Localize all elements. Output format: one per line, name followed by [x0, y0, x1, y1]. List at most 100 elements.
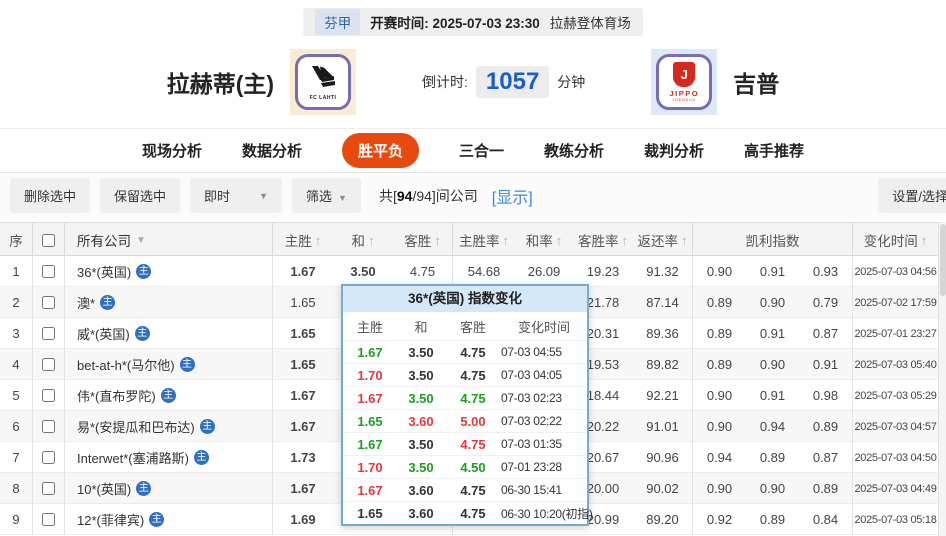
company-cell[interactable]: Interwet*(塞浦路斯) 主 [65, 442, 273, 473]
kelly-home-value: 0.92 [706, 512, 733, 527]
change-time-value: 2025-07-03 04:49 [854, 482, 937, 495]
company-name[interactable]: bet-at-h*(马尔他) [77, 355, 175, 374]
popup-change-time: 07-03 02:22 [501, 414, 562, 428]
popup-away-odds: 5.00 [460, 413, 486, 429]
kelly-away-value: 0.87 [799, 318, 853, 349]
change-time-value: 2025-07-03 05:18 [854, 513, 937, 526]
home-odds-value[interactable]: 1.67 [273, 256, 333, 287]
show-link[interactable]: [显示] [492, 184, 533, 208]
row-checkbox[interactable] [42, 296, 55, 309]
home-odds-value[interactable]: 1.65 [273, 349, 333, 380]
company-cell[interactable]: 伟*(直布罗陀) 主 [65, 380, 273, 411]
tab-2[interactable]: 胜平负 [341, 133, 419, 168]
tab-4[interactable]: 教练分析 [544, 140, 604, 161]
home-odds-value[interactable]: 1.67 [273, 411, 333, 442]
match-header: 拉赫蒂(主) FC LAHTI 倒计时: 1057 分钟 J JIPPO JOE… [0, 36, 946, 128]
popup-header-time: 变化时间 [517, 319, 570, 335]
toolbar: 删除选中 保留选中 即时 ▼ 筛选 ▼ 共[94/94]间公司 [显示] 设置/选择 [0, 172, 946, 218]
company-cell[interactable]: bet-at-h*(马尔他) 主 [65, 349, 273, 380]
header-return-rate[interactable]: 返还率 ↑ [633, 223, 693, 257]
home-odds-value[interactable]: 1.67 [273, 380, 333, 411]
delete-selected-button[interactable]: 删除选中 [10, 178, 91, 213]
row-checkbox[interactable] [42, 420, 55, 433]
draw-odds-value[interactable]: 3.50 [333, 256, 393, 287]
popup-row: 1.65 3.60 4.75 06-30 10:20(初指) [343, 501, 593, 524]
tab-3[interactable]: 三合一 [459, 140, 504, 161]
kelly-away-value: 0.89 [799, 473, 853, 504]
filter-dropdown[interactable]: 筛选 ▼ [292, 178, 361, 213]
popup-row: 1.67 3.50 4.75 07-03 04:55 [343, 340, 587, 363]
sort-asc-icon: ↑ [314, 232, 322, 248]
header-away-rate[interactable]: 客胜率 ↑ [573, 223, 633, 257]
header-draw-odds[interactable]: 和 ↑ [333, 223, 393, 257]
away-odds-value[interactable]: 4.75 [393, 256, 453, 287]
home-odds-value[interactable]: 1.65 [273, 318, 333, 349]
row-seq: 4 [0, 349, 33, 380]
tab-6[interactable]: 高手推荐 [744, 140, 804, 161]
return-rate-value: 90.96 [633, 442, 693, 473]
home-odds-value[interactable]: 1.73 [273, 442, 333, 473]
company-cell[interactable]: 12*(菲律宾) 主 [65, 504, 273, 535]
home-badge-icon: 主 [179, 357, 195, 372]
popup-change-time: 06-30 10:20(初指) [501, 506, 593, 521]
header-away-odds[interactable]: 客胜 ↑ [393, 223, 453, 257]
home-badge-icon: 主 [136, 264, 152, 279]
company-name[interactable]: 36*(英国) [77, 262, 131, 281]
table-header: 序 所有公司 ▼ 主胜 ↑ 和 ↑ 客胜 ↑ 主胜率 ↑ 和率 ↑ 客胜率 ↑ 返还率 ↑ 凯利… [0, 222, 938, 257]
tab-5[interactable]: 裁判分析 [644, 140, 704, 161]
row-checkbox[interactable] [42, 389, 55, 402]
header-home-rate[interactable]: 主胜率 ↑ [453, 223, 515, 257]
kelly-draw-value: 0.94 [759, 419, 786, 434]
popup-change-time: 06-30 15:41 [501, 483, 562, 497]
countdown-value: 1057 [485, 68, 540, 95]
chevron-down-icon: ▼ [136, 234, 146, 246]
company-cell[interactable]: 澳* 主 [65, 287, 273, 318]
table-scrollbar[interactable] [938, 222, 946, 536]
jippo-shield-icon: J [673, 62, 696, 87]
kelly-draw-value: 0.91 [759, 388, 786, 403]
header-home-odds[interactable]: 主胜 ↑ [273, 223, 333, 257]
row-checkbox[interactable] [42, 482, 55, 495]
select-all-checkbox[interactable] [42, 233, 55, 247]
settings-button[interactable]: 设置/选择 [878, 178, 946, 213]
company-cell[interactable]: 威*(英国) 主 [65, 318, 273, 349]
company-cell[interactable]: 36*(英国) 主 [65, 256, 273, 287]
company-name[interactable]: 澳* [77, 293, 95, 312]
tab-1[interactable]: 数据分析 [242, 140, 302, 161]
home-logo-text: FC LAHTI [309, 94, 337, 101]
row-checkbox-cell [33, 256, 65, 287]
popup-draw-odds: 3.50 [408, 367, 434, 383]
home-odds-value[interactable]: 1.69 [273, 504, 333, 535]
header-company[interactable]: 所有公司 ▼ [65, 223, 273, 257]
home-odds-value[interactable]: 1.67 [273, 473, 333, 504]
row-checkbox[interactable] [42, 265, 55, 278]
company-name[interactable]: 伟*(直布罗陀) [77, 386, 156, 405]
kelly-home-value: 0.89 [706, 295, 733, 310]
time-filter-dropdown[interactable]: 即时 ▼ [190, 178, 283, 213]
header-change-time[interactable]: 变化时间 ↑ [853, 223, 938, 257]
company-name[interactable]: 12*(菲律宾) [77, 510, 144, 529]
row-seq: 6 [0, 411, 33, 442]
company-name[interactable]: 威*(英国) [77, 324, 130, 343]
company-cell[interactable]: 10*(英国) 主 [65, 473, 273, 504]
league-badge[interactable]: 芬甲 [315, 9, 361, 35]
company-name[interactable]: Interwet*(塞浦路斯) [77, 448, 189, 467]
popup-row: 1.67 3.50 4.75 07-03 01:35 [343, 432, 587, 455]
row-checkbox[interactable] [42, 358, 55, 371]
row-checkbox[interactable] [42, 451, 55, 464]
tab-0[interactable]: 现场分析 [142, 140, 202, 161]
countdown-unit: 分钟 [557, 74, 586, 90]
popup-away-odds: 4.75 [460, 390, 486, 406]
home-odds-value[interactable]: 1.65 [273, 287, 333, 318]
header-draw-rate[interactable]: 和率 ↑ [515, 223, 573, 257]
row-checkbox[interactable] [42, 513, 55, 526]
company-cell[interactable]: 易*(安提瓜和巴布达) 主 [65, 411, 273, 442]
scrollbar-thumb[interactable] [940, 224, 946, 296]
company-name[interactable]: 易*(安提瓜和巴布达) [77, 417, 195, 436]
row-checkbox[interactable] [42, 327, 55, 340]
kelly-draw-value: 0.91 [759, 326, 786, 341]
company-name[interactable]: 10*(英国) [77, 479, 131, 498]
keep-selected-button[interactable]: 保留选中 [100, 178, 181, 213]
change-time-value: 2025-07-03 05:40 [854, 358, 937, 371]
popup-change-time: 07-01 23:28 [501, 460, 562, 474]
